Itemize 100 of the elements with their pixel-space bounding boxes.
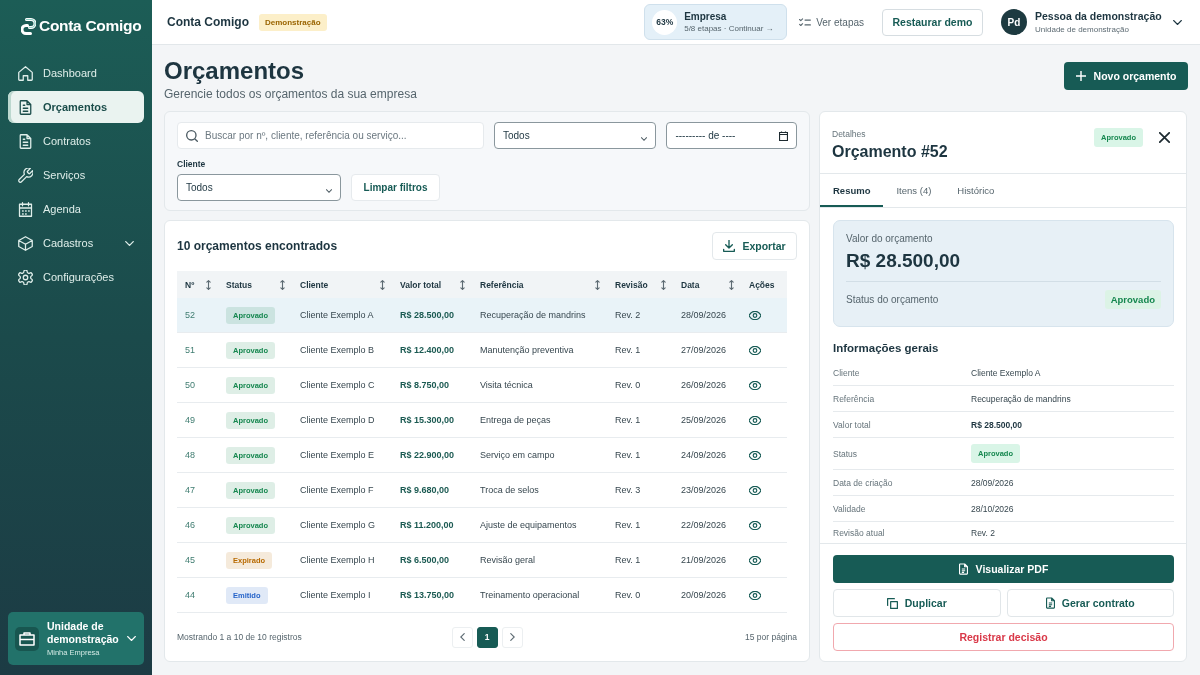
field-label: Referência [833, 393, 876, 404]
eye-icon[interactable] [749, 450, 761, 460]
download-icon [723, 240, 736, 252]
table-cell: Rev. 2 [615, 310, 641, 320]
search-field[interactable]: Buscar por nº, cliente, referência ou serviço... [177, 122, 484, 149]
page-button[interactable]: 1 [476, 626, 498, 648]
table-cell: R$ 9.680,00 [400, 485, 450, 495]
status-select[interactable]: Todos [494, 122, 657, 149]
eye-icon[interactable] [749, 310, 761, 320]
duplicate-button[interactable]: Duplicar [833, 589, 1001, 617]
page-subtitle: Gerencie todos os orçamentos da sua empresa [164, 86, 417, 101]
column-header[interactable]: Nº [185, 279, 195, 290]
column-header[interactable]: Cliente [300, 279, 329, 290]
table-cell: Revisão geral [480, 555, 536, 565]
table-cell: Entrega de peças [480, 415, 551, 425]
table-cell: Cliente Exemplo I [300, 590, 371, 600]
eye-icon[interactable] [749, 520, 761, 530]
sort-arrows-icon[interactable] [380, 279, 385, 290]
view-pdf-button[interactable]: Visualizar PDF [833, 555, 1174, 583]
user-avatar: Pd [1001, 9, 1027, 35]
register-decision-button[interactable]: Registrar decisão [833, 623, 1174, 651]
company-setup-card[interactable]: 63% Empresa 5/8 etapas · Continuar → [644, 4, 788, 40]
document-icon [18, 99, 33, 115]
field-value: 28/10/2026 [971, 503, 1014, 514]
completion-percent: 63% [652, 9, 678, 35]
tab[interactable]: Resumo [820, 174, 884, 207]
eye-icon[interactable] [749, 415, 761, 425]
chevron-down-icon [326, 189, 332, 193]
table-cell: 25/09/2026 [681, 415, 727, 425]
table-cell: 46 [185, 520, 195, 530]
search-icon [186, 129, 198, 142]
field-value: 28/09/2026 [971, 477, 1014, 488]
table-cell: 49 [185, 415, 195, 425]
new-quote-button[interactable]: Novo orçamento [1064, 61, 1188, 90]
restore-demo-button[interactable]: Restaurar demo [882, 8, 983, 36]
table-cell: 21/09/2026 [681, 555, 727, 565]
table-cell: Rev. 1 [615, 555, 641, 565]
eye-icon[interactable] [749, 485, 761, 495]
nav-item[interactable]: Contratos [8, 125, 144, 157]
field-label: Revisão atual [833, 528, 886, 538]
nav-item[interactable]: Serviços [8, 159, 144, 191]
table-cell: 44 [185, 590, 195, 600]
table-cell: 24/09/2026 [681, 450, 727, 460]
page-size: 15 por página [744, 632, 797, 642]
eye-icon[interactable] [749, 345, 761, 355]
chevron-right-icon [509, 633, 515, 641]
tab[interactable]: Histórico [944, 174, 1008, 207]
sort-arrows-icon[interactable] [661, 279, 666, 290]
table-cell: R$ 6.500,00 [400, 555, 450, 565]
nav-item[interactable]: Orçamentos [8, 91, 144, 123]
generate-contract-button[interactable]: Gerar contrato [1006, 589, 1174, 617]
nav-item[interactable]: Dashboard [8, 57, 144, 89]
column-header[interactable]: Data [681, 279, 700, 290]
table-cell: 28/09/2026 [681, 310, 727, 320]
clear-filters-button[interactable]: Limpar filtros [351, 174, 440, 201]
user-menu[interactable]: Pd Pessoa da demonstração Unidade de demonstração [1001, 9, 1182, 35]
export-button[interactable]: Exportar [712, 232, 797, 260]
column-header[interactable]: Referência [480, 279, 524, 290]
column-header[interactable]: Status [226, 279, 252, 290]
table-cell: Cliente Exemplo E [300, 450, 375, 460]
table-cell: R$ 15.300,00 [400, 415, 455, 425]
sort-arrows-icon[interactable] [729, 279, 734, 290]
eye-icon[interactable] [749, 590, 761, 600]
table-cell: 48 [185, 450, 195, 460]
eye-icon[interactable] [749, 555, 761, 565]
table-cell: Rev. 0 [615, 590, 641, 600]
close-icon [1158, 132, 1170, 143]
nav-item[interactable]: Cadastros [8, 227, 144, 259]
close-button[interactable] [1157, 130, 1171, 145]
table-cell: 51 [185, 345, 195, 355]
table-cell: Cliente Exemplo B [300, 345, 375, 355]
nav-item[interactable]: Agenda [8, 193, 144, 225]
nav-item[interactable]: Configurações [8, 261, 144, 293]
table-cell: Treinamento operacional [480, 590, 580, 600]
value-label: Valor do orçamento [846, 233, 934, 244]
client-select[interactable]: Todos [177, 174, 341, 201]
tab[interactable]: Itens (4) [883, 174, 945, 207]
status-badge: Aprovado [1104, 290, 1161, 309]
sort-arrows-icon[interactable] [595, 279, 600, 290]
table-cell: Rev. 1 [615, 415, 641, 425]
table-cell: Rev. 0 [615, 380, 641, 390]
quote-value: R$ 28.500,00 [846, 250, 1161, 282]
chevron-down-icon [1173, 19, 1182, 25]
month-field[interactable]: --------- de ---- [666, 122, 797, 149]
column-header[interactable]: Revisão [615, 279, 648, 290]
eye-icon[interactable] [749, 380, 761, 390]
table-cell: Rev. 1 [615, 450, 641, 460]
app-name: Conta Comigo [167, 15, 249, 29]
sort-arrows-icon[interactable] [460, 279, 465, 290]
details-title: Orçamento #52 [832, 142, 948, 161]
wrench-icon [18, 167, 33, 183]
sort-arrows-icon[interactable] [280, 279, 285, 290]
table-cell: Cliente Exemplo A [300, 310, 374, 320]
view-steps-button[interactable]: Ver etapas [799, 10, 864, 34]
table-cell: 45 [185, 555, 195, 565]
client-filter-label: Cliente [177, 159, 207, 169]
sort-arrows-icon[interactable] [206, 279, 211, 290]
column-header[interactable]: Valor total [400, 279, 442, 290]
user-unit: Unidade de demonstração [1035, 25, 1130, 34]
column-header[interactable]: Ações [749, 279, 775, 290]
